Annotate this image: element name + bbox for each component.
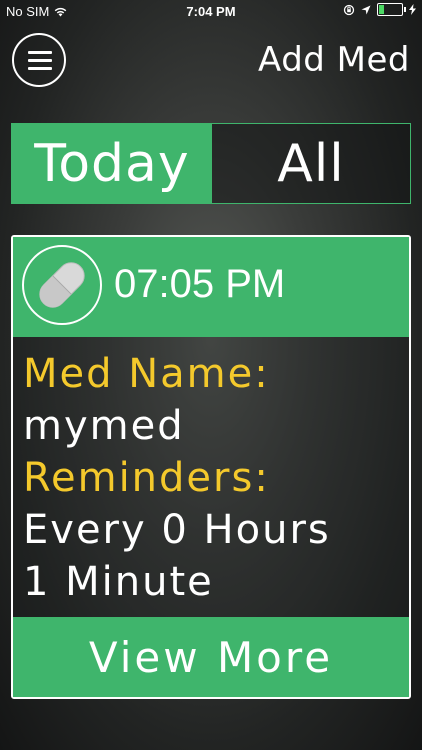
location-arrow-icon (361, 5, 371, 14)
med-name-value: mymed (23, 403, 185, 449)
menu-button[interactable] (12, 33, 66, 87)
med-card: 07:05 PM Med Name: mymed Reminders: Ever… (11, 235, 411, 699)
pill-icon-graphic (39, 262, 85, 308)
tab-today[interactable]: Today (12, 124, 212, 203)
add-med-button[interactable]: Add Med (258, 40, 410, 80)
view-more-button[interactable]: View More (13, 617, 409, 697)
tab-all[interactable]: All (212, 124, 410, 203)
med-card-body: Med Name: mymed Reminders: Every 0 Hours… (23, 348, 403, 608)
status-right (343, 3, 416, 16)
reminders-label: Reminders: (23, 455, 270, 501)
hamburger-icon-line-top (28, 51, 52, 54)
reminders-value-line2: 1 Minute (23, 559, 214, 605)
hamburger-icon-line-middle (28, 59, 52, 62)
battery-fill (379, 5, 384, 14)
status-bar: No SIM 7:04 PM (0, 0, 422, 22)
orientation-lock-icon (343, 4, 355, 15)
pill-icon (22, 245, 102, 325)
charging-bolt-icon (409, 4, 416, 15)
reminders-value-line1: Every 0 Hours (23, 507, 331, 553)
med-time: 07:05 PM (114, 262, 286, 306)
med-name-label: Med Name: (23, 351, 270, 397)
filter-segmented-control: Today All (11, 123, 411, 204)
med-card-header: 07:05 PM (13, 237, 409, 337)
battery-icon (377, 3, 406, 16)
hamburger-icon-line-bottom (28, 67, 52, 70)
battery-tip (404, 7, 406, 12)
